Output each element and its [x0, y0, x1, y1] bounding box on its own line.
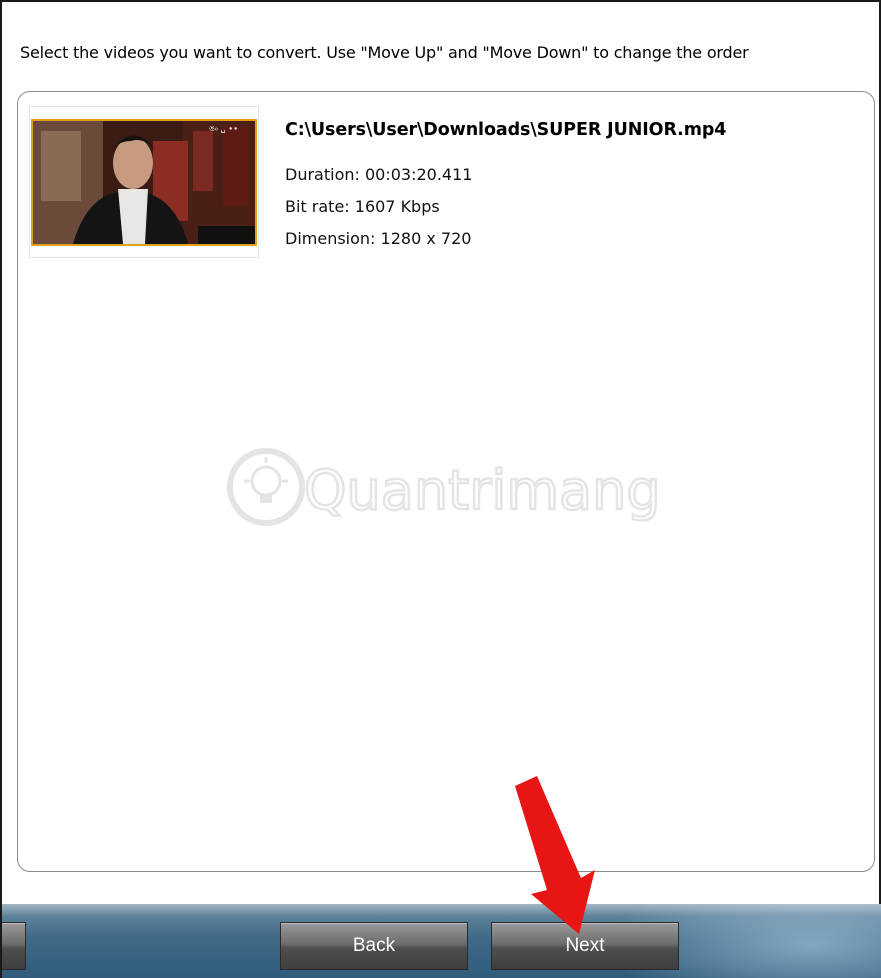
- video-thumbnail: ঙ৹ ␣ ∙∙: [31, 119, 257, 246]
- watermark-logo: Quantrimang: [224, 437, 664, 537]
- instruction-text: Select the videos you want to convert. U…: [20, 43, 749, 62]
- video-duration: Duration: 00:03:20.411: [285, 165, 473, 184]
- bottom-navigation-bar: Back Next: [2, 904, 881, 978]
- svg-text:ঙ৹ ␣ ∙∙: ঙ৹ ␣ ∙∙: [209, 124, 238, 133]
- converter-window: Select the videos you want to convert. U…: [0, 0, 881, 978]
- video-file-path: C:\Users\User\Downloads\SUPER JUNIOR.mp4: [285, 120, 727, 140]
- video-dimension: Dimension: 1280 x 720: [285, 229, 472, 248]
- red-arrow-icon: [507, 772, 607, 942]
- video-list-item[interactable]: ঙ৹ ␣ ∙∙ C:\Users\User\Downloads\SUPER JU…: [29, 106, 849, 261]
- back-button[interactable]: Back: [280, 922, 468, 970]
- thumbnail-frame: ঙ৹ ␣ ∙∙: [29, 106, 259, 258]
- partial-button[interactable]: [2, 922, 26, 970]
- video-bitrate: Bit rate: 1607 Kbps: [285, 197, 440, 216]
- watermark-text: Quantrimang: [304, 459, 661, 522]
